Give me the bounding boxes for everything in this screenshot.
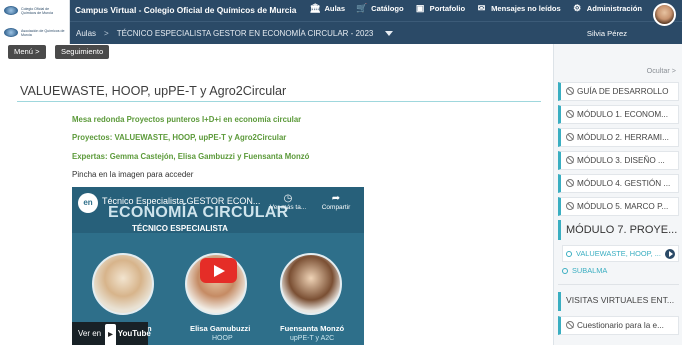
video-title[interactable]: Técnico Especialista GESTOR ECON... [102,196,260,206]
tracking-button[interactable]: Seguimiento [55,45,110,59]
round-table-line: Mesa redonda Proyectos punteros I+D+i en… [72,115,302,124]
lesson-valuewaste[interactable]: VALUEWASTE, HOOP, ... [562,245,679,262]
nav-aulas-label: Aulas [324,4,346,13]
lesson-label: SUBALMA [572,266,608,275]
youtube-logo: YouTube [105,322,151,345]
nav-mensajes-label: Mensajes no leídos [491,4,561,13]
index-item-guide[interactable]: GUÍA DE DESARROLLO [558,82,679,101]
lesson-dot-icon [562,267,568,274]
index-divider [558,284,679,285]
index-item-questionnaire[interactable]: Cuestionario para la e... [558,316,679,335]
nav-administracion-label: Administración [586,4,642,13]
college-logo-text: Colegio Oficial de Químicos de Murcia [21,6,53,15]
index-item-module-3[interactable]: MÓDULO 3. DISEÑO ... [558,151,679,170]
menu-button[interactable]: Menú > [8,45,46,59]
nav-aulas[interactable]: 🏛 Aulas [309,3,346,14]
user-name[interactable]: Silvia Pérez [587,29,627,38]
nav-mensajes[interactable]: ✉ Mensajes no leídos [476,3,561,14]
share-label: Compartir [321,204,351,211]
chevron-down-icon[interactable] [385,31,394,36]
college-logo[interactable]: Colegio Oficial de Químicos de Murcia [4,6,65,15]
restricted-icon [566,179,574,187]
index-item-label: MÓDULO 2. HERRAMI... [577,133,669,142]
avatar[interactable] [653,3,676,26]
index-item-module-7[interactable]: MÓDULO 7. PROYE... [558,220,679,240]
logo-area: Colegio Oficial de Químicos de Murcia As… [0,0,70,44]
portfolio-icon: ▣ [415,3,425,13]
site-title[interactable]: Campus Virtual - Colegio Oficial de Quím… [75,5,296,15]
speaker-photo-1 [92,253,154,315]
play-circle-icon[interactable] [665,248,675,259]
speaker-org-3: upPE-T y A2C [290,335,335,342]
index-item-module-1[interactable]: MÓDULO 1. ECONOM... [558,105,679,124]
restricted-icon [566,156,574,164]
nav-catalogo-label: Catálogo [371,4,404,13]
watch-later-button[interactable]: ◷ Ver más ta... [268,193,308,211]
index-item-label: MÓDULO 1. ECONOM... [577,110,668,119]
gear-icon: ⚙ [573,3,582,13]
speaker-photo-3 [280,253,342,315]
restricted-icon [566,110,574,118]
restricted-icon [566,87,574,95]
top-nav: 🏛 Aulas 🛒 Catálogo ▣ Portafolio ✉ Mensajes n… [309,3,642,14]
columns-icon: 🏛 [309,3,321,13]
nav-portafolio[interactable]: ▣ Portafolio [415,3,466,14]
cart-icon: 🛒 [356,3,368,13]
watch-later-label: Ver más ta... [269,204,307,211]
instruction-text: Pincha en la imagen para acceder [72,170,194,179]
college-emblem-icon [4,6,18,15]
nav-catalogo[interactable]: 🛒 Catálogo [356,3,404,14]
page-title: VALUEWASTE, HOOP, upPE-T y Agro2Circular [20,84,287,98]
video-big-text: ECONOMÍA CIRCULAR [108,204,289,221]
index-item-module-4[interactable]: MÓDULO 4. GESTIÓN ... [558,174,679,193]
course-index: Ocultar > GUÍA DE DESARROLLO MÓDULO 1. E… [553,44,682,345]
index-item-label: MÓDULO 4. GESTIÓN ... [577,179,671,188]
nav-portafolio-label: Portafolio [429,4,466,13]
clock-icon: ◷ [283,193,293,204]
hide-index-link[interactable]: Ocultar > [647,66,676,75]
experts-line: Expertas: Gemma Castejón, Elisa Gambuzzi… [72,152,310,161]
speaker-org-2: HOOP [212,335,233,342]
restricted-icon [566,202,574,210]
watch-on-label: Ver en [78,329,102,338]
lesson-dot-icon [566,250,572,257]
speaker-name-2: Elisa Gamubuzzi [190,324,251,333]
share-button[interactable]: ➦ Compartir [316,193,356,211]
share-icon: ➦ [331,193,341,204]
index-item-visits[interactable]: VISITAS VIRTUALES ENT... [558,292,679,311]
video-subtitle: TÉCNICO ESPECIALISTA [132,224,228,233]
index-item-module-5[interactable]: MÓDULO 5. MARCO P... [558,197,679,216]
lesson-label: VALUEWASTE, HOOP, ... [576,249,661,258]
chevron-right-icon: > [104,29,109,38]
index-item-label: Cuestionario para la e... [577,321,664,330]
play-icon[interactable] [200,258,237,283]
lesson-subalma[interactable]: SUBALMA [562,266,679,275]
breadcrumb-current[interactable]: TÉCNICO ESPECIALISTA GESTOR EN ECONOMÍA … [117,29,374,38]
breadcrumb-bar: Aulas > TÉCNICO ESPECIALISTA GESTOR EN E… [70,21,682,44]
index-item-label: MÓDULO 5. MARCO P... [577,202,669,211]
breadcrumb: Aulas > TÉCNICO ESPECIALISTA GESTOR EN E… [76,29,394,38]
mail-icon: ✉ [477,3,486,13]
index-item-label: GUÍA DE DESARROLLO [577,87,669,96]
projects-line: Proyectos: VALUEWASTE, HOOP, upPE-T y Ag… [72,133,287,142]
index-item-label: MÓDULO 3. DISEÑO ... [577,156,665,165]
channel-logo[interactable]: en [78,193,98,213]
watch-on-youtube-button[interactable]: Ver enYouTube [72,322,151,345]
video-thumbnail[interactable]: en ECONOMÍA CIRCULAR Técnico Especialist… [72,187,364,345]
index-item-module-2[interactable]: MÓDULO 2. HERRAMI... [558,128,679,147]
top-bar: Campus Virtual - Colegio Oficial de Quím… [0,0,682,21]
association-logo[interactable]: Asociación de Químicos de Murcia [4,28,65,37]
speaker-name-3: Fuensanta Monzó [280,324,345,333]
restricted-icon [566,321,574,329]
title-divider [17,101,541,102]
association-emblem-icon [4,28,18,37]
nav-administracion[interactable]: ⚙ Administración [572,3,642,14]
restricted-icon [566,133,574,141]
association-logo-text: Asociación de Químicos de Murcia [21,28,65,37]
main-content: VALUEWASTE, HOOP, upPE-T y Agro2Circular… [0,60,550,345]
breadcrumb-root[interactable]: Aulas [76,29,96,38]
